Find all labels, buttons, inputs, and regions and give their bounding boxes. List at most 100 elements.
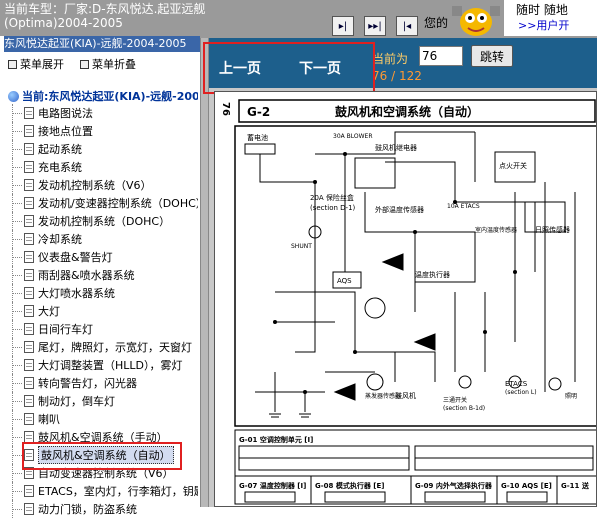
nav-back-button[interactable]: |◂: [396, 16, 418, 36]
tree-item[interactable]: 发动机控制系统（DOHC）: [10, 212, 198, 230]
tree-item[interactable]: 发动机控制系统（V6）: [10, 176, 198, 194]
document-icon: [24, 395, 34, 407]
document-icon: [24, 125, 34, 137]
section-d1-label: (section D-1): [310, 204, 356, 212]
current-page-label: 当前为: [372, 52, 409, 66]
menu-expand-label: 菜单展开: [20, 58, 64, 71]
page-count: 76 / 122: [372, 69, 422, 83]
inside-temp-sensor-label: 室内温度传感器: [475, 226, 517, 234]
viewer-panel: 上一页 下一页 当前为 跳转 76 / 122 76 G-2 鼓风机和空调系统（…: [203, 38, 597, 507]
tree-item[interactable]: 喇叭: [10, 410, 198, 428]
document-icon: [24, 413, 34, 425]
g01-connector-label: G-01 空调控制单元 [I]: [239, 435, 313, 444]
etacs-label: ETACS: [505, 380, 528, 388]
document-icon: [24, 341, 34, 353]
document-icon: [24, 485, 34, 497]
nav-back-icon: |◂: [402, 20, 412, 32]
tree-item[interactable]: 大灯: [10, 302, 198, 320]
page-number-input[interactable]: [419, 46, 463, 66]
document-icon: [24, 197, 34, 209]
section-l-label: (section L): [505, 389, 537, 396]
tree-item[interactable]: 发动机/变速器控制系统（DOHC）: [10, 194, 198, 212]
document-icon: [24, 215, 34, 227]
document-icon: [24, 305, 34, 317]
wiring-diagram: 76 G-2 鼓风机和空调系统（自动） 蓄电池 30A BLOWER 鼓风机继电…: [214, 91, 597, 507]
temp-actuator-label: 温度执行器: [415, 270, 450, 279]
document-icon: [24, 179, 34, 191]
document-icon: [24, 287, 34, 299]
tree-item[interactable]: 尾灯，牌照灯，示宽灯，天窗灯: [10, 338, 198, 356]
nav-last-button[interactable]: ▸▸|: [364, 16, 386, 36]
menu-collapse-label: 菜单折叠: [92, 58, 136, 71]
diagram-code: G-2: [247, 105, 270, 119]
tree-item[interactable]: 日间行车灯: [10, 320, 198, 338]
tree-item[interactable]: 接地点位置: [10, 122, 198, 140]
car-model-label: 当前车型：厂家:D-东风悦达.起亚远舰(Optima)2004-2005: [4, 2, 206, 30]
current-model-node[interactable]: 当前:东风悦达起亚(KIA)-远舰-2004: [8, 88, 198, 104]
document-icon: [24, 143, 34, 155]
tree-item[interactable]: 冷却系统: [10, 230, 198, 248]
highlight-selected-item: [22, 442, 182, 470]
tree-item[interactable]: 大灯调整装置（HLLD），雾灯: [10, 356, 198, 374]
page-number-text: 76: [220, 102, 231, 116]
tree-item[interactable]: 充电系统: [10, 158, 198, 176]
g08-label: G-08 模式执行器 [E]: [315, 481, 384, 490]
document-icon: [24, 161, 34, 173]
ambient-sensor-label: 外部温度传感器: [375, 205, 424, 214]
tree-item[interactable]: 转向警告灯，闪光器: [10, 374, 198, 392]
wiring-diagram-canvas: 76 G-2 鼓风机和空调系统（自动） 蓄电池 30A BLOWER 鼓风机继电…: [215, 92, 596, 506]
shunt-label: SHUNT: [291, 243, 312, 250]
fuse-10a-label: 10A ETACS: [447, 203, 480, 210]
top-header: 当前车型：厂家:D-东风悦达.起亚远舰(Optima)2004-2005 ▸| …: [0, 0, 597, 38]
tree-item[interactable]: 雨刮器&喷水器系统: [10, 266, 198, 284]
ad-line-1: 随时 随地: [516, 3, 568, 17]
panel-splitter[interactable]: [200, 38, 209, 507]
globe-icon: [8, 90, 19, 102]
battery-label: 蓄电池: [247, 133, 268, 142]
tree-item[interactable]: 仪表盘&警告灯: [10, 248, 198, 266]
g10-label: G-10 AQS [E]: [501, 482, 552, 490]
ad-user-link[interactable]: >>用户开: [518, 17, 569, 33]
tree-item[interactable]: 大灯喷水器系统: [10, 284, 198, 302]
illumination-label: 照明: [565, 393, 577, 400]
collapse-icon: [80, 59, 89, 69]
ad-banner[interactable]: 随时 随地 >>用户开: [503, 0, 597, 36]
tree-panel: 东风悦达起亚(KIA)-远舰-2004-2005 菜单展开 菜单折叠 当前:东风…: [0, 36, 200, 518]
diagram-title: 鼓风机和空调系统（自动）: [335, 104, 479, 119]
tree-item[interactable]: 动力门锁，防盗系统: [10, 500, 198, 518]
relay-blower-label: 鼓风机继电器: [375, 143, 417, 152]
welcome-text: 您的: [424, 16, 449, 30]
mascot-icon: [452, 6, 500, 36]
section-b1-label: (section B-1d): [443, 405, 485, 412]
tree-item[interactable]: 起动系统: [10, 140, 198, 158]
document-icon: [24, 233, 34, 245]
highlight-pager-buttons: [203, 42, 375, 94]
tree-item[interactable]: 电路图说法: [10, 104, 198, 122]
three-way-switch-label: 三通开关: [443, 396, 467, 404]
tree-item[interactable]: 制动灯，倒车灯: [10, 392, 198, 410]
document-icon: [24, 323, 34, 335]
nav-last-icon: ▸▸|: [368, 20, 382, 32]
expand-icon: [8, 59, 17, 69]
document-icon: [24, 377, 34, 389]
document-icon: [24, 269, 34, 281]
g09-label: G-09 内外气选择执行器: [415, 481, 493, 490]
document-icon: [24, 359, 34, 371]
menu-expand-button[interactable]: 菜单展开: [8, 56, 64, 72]
fuse-blower-label: 30A BLOWER: [333, 133, 373, 140]
document-icon: [24, 251, 34, 263]
model-subtitle: 东风悦达起亚(KIA)-远舰-2004-2005: [4, 36, 200, 52]
document-icon: [24, 107, 34, 119]
evaporator-sensor-label: 蒸发器传感器: [365, 392, 401, 400]
document-icon: [24, 503, 34, 515]
aqs-label: AQS: [337, 277, 352, 285]
g07-label: G-07 温度控制器 [I]: [239, 481, 306, 490]
ignition-switch-label: 点火开关: [499, 161, 527, 170]
go-button[interactable]: 跳转: [471, 45, 513, 67]
menu-collapse-button[interactable]: 菜单折叠: [80, 56, 136, 72]
g11-label: G-11 送: [561, 481, 590, 490]
tree-item[interactable]: ETACS，室内灯，行李箱灯，钥匙: [10, 482, 198, 500]
nav-first-button[interactable]: ▸|: [332, 16, 354, 36]
current-model-label: 当前:东风悦达起亚(KIA)-远舰-2004: [22, 90, 198, 103]
nav-first-icon: ▸|: [338, 20, 348, 32]
